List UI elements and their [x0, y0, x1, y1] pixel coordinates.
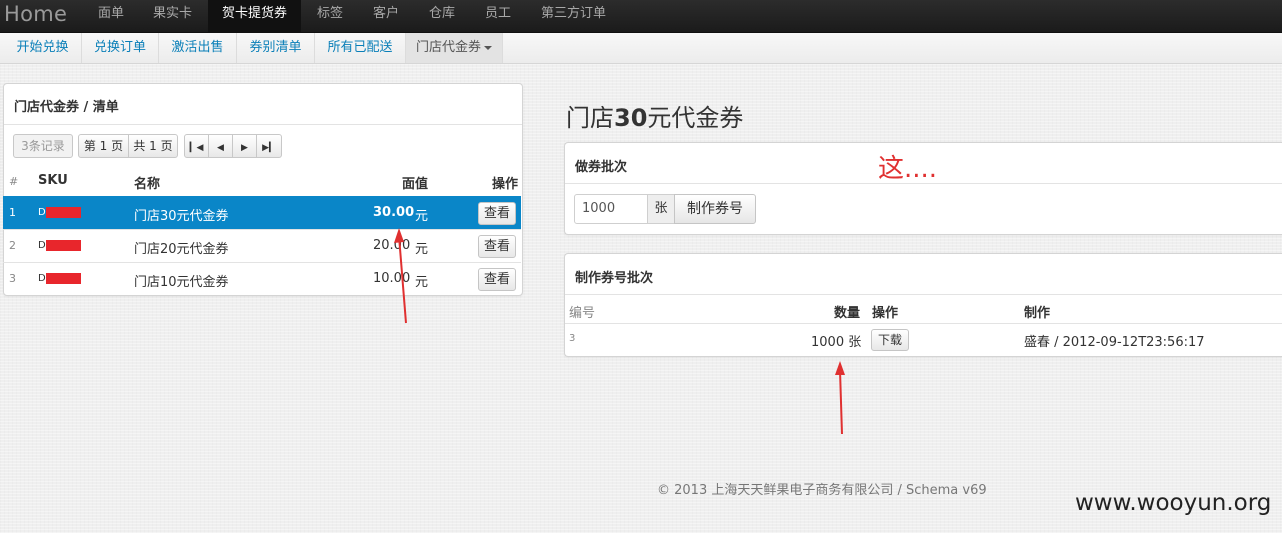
column-header-action: 操作 — [492, 177, 519, 192]
view-button[interactable]: 查看 — [478, 268, 516, 291]
page-title-prefix: 门店 — [566, 104, 614, 132]
total-pages-label: 共 1 页 — [128, 134, 178, 158]
next-page-icon: ▶ — [241, 143, 248, 153]
table-row[interactable]: 3 D 门店10元代金券 10.00 元 查看 — [3, 262, 521, 295]
subnav-exchange-orders[interactable]: 兑换订单 — [82, 33, 159, 63]
row-name: 门店30元代金券 — [134, 209, 229, 224]
annotation-text: 这.... — [878, 154, 938, 184]
view-button[interactable]: 查看 — [478, 202, 516, 225]
nav-item-miandan[interactable]: 面单 — [84, 0, 138, 33]
row-index: 2 — [9, 239, 16, 252]
subnav-store-voucher-dropdown[interactable]: 门店代金券 — [406, 33, 503, 63]
row-sku: D — [38, 240, 46, 251]
column-header-value: 面值 — [402, 177, 429, 192]
panel-title: 制作券号批次 — [575, 271, 654, 286]
batch-made-by: 盛春 / 2012-09-12T23:56:17 — [1024, 335, 1205, 350]
sku-redaction-mark — [46, 273, 81, 284]
table-row[interactable]: 1 D 门店30元代金券 30.00 元 查看 — [3, 196, 521, 229]
column-header-quantity: 数量 — [834, 306, 861, 321]
page-title-suffix: 元代金券 — [647, 104, 744, 132]
nav-item-fruit-card[interactable]: 果实卡 — [139, 0, 206, 33]
sku-redaction-mark — [46, 240, 81, 251]
subnav-store-voucher-label: 门店代金券 — [415, 40, 481, 55]
first-page-icon: ▎◀ — [189, 143, 204, 153]
page-title: 门店30元代金券 — [566, 98, 743, 133]
row-unit: 元 — [415, 275, 429, 290]
prev-page-icon: ◀ — [217, 143, 224, 153]
row-index: 3 — [9, 272, 16, 285]
row-unit: 元 — [415, 209, 429, 224]
divider — [565, 323, 1282, 324]
column-header-name: 名称 — [134, 177, 161, 192]
column-header-id: 编号 — [569, 306, 596, 321]
last-page-button[interactable]: ▶▎ — [256, 134, 282, 158]
sku-redaction-mark — [46, 207, 81, 218]
download-button[interactable]: 下载 — [871, 329, 909, 351]
column-header-sku: SKU — [38, 173, 68, 188]
column-header-action: 操作 — [872, 306, 899, 321]
row-value: 30.00 — [373, 205, 415, 220]
row-sku: D — [38, 207, 46, 218]
watermark: www.wooyun.org — [1075, 490, 1272, 516]
quantity-unit-addon: 张 — [647, 194, 675, 224]
nav-item-warehouse[interactable]: 仓库 — [415, 0, 469, 33]
nav-item-labels[interactable]: 标签 — [303, 0, 357, 33]
row-index: 1 — [9, 206, 16, 219]
record-count-badge: 3条记录 — [13, 134, 73, 158]
column-header-index: # — [9, 175, 19, 188]
sub-navbar: 开始兑换 兑换订单 激活出售 券别清单 所有已配送 门店代金券 — [0, 33, 1282, 64]
panel-title: 门店代金券 / 清单 — [14, 100, 119, 115]
arrow-up-icon — [835, 361, 845, 435]
column-header-made: 制作 — [1024, 306, 1051, 321]
row-sku: D — [38, 273, 46, 284]
row-name: 门店10元代金券 — [134, 275, 229, 290]
first-page-button[interactable]: ▎◀ — [184, 134, 209, 158]
last-page-icon: ▶▎ — [262, 143, 276, 153]
current-page-label: 第 1 页 — [78, 134, 129, 158]
nav-item-staff[interactable]: 员工 — [471, 0, 525, 33]
next-page-button[interactable]: ▶ — [232, 134, 257, 158]
page-title-amount: 30 — [614, 104, 648, 132]
subnav-activate-sale[interactable]: 激活出售 — [159, 33, 237, 63]
subnav-all-delivered[interactable]: 所有已配送 — [315, 33, 406, 63]
prev-page-button[interactable]: ◀ — [208, 134, 233, 158]
caret-down-icon — [484, 45, 492, 50]
row-value: 20.00 — [373, 238, 411, 253]
row-unit: 元 — [415, 242, 429, 257]
view-button[interactable]: 查看 — [478, 235, 516, 258]
top-navbar: Home 面单 果实卡 贺卡提货券 标签 客户 仓库 员工 第三方订单 — [0, 0, 1282, 33]
nav-item-customers[interactable]: 客户 — [359, 0, 413, 33]
row-value: 10.00 — [373, 271, 411, 286]
subnav-start-exchange[interactable]: 开始兑换 — [4, 33, 82, 63]
nav-item-greeting-card-voucher[interactable]: 贺卡提货券 — [208, 0, 302, 33]
batch-quantity: 1000 张 — [811, 335, 862, 350]
divider — [4, 124, 522, 125]
panel-title: 做券批次 — [575, 160, 628, 175]
generate-codes-button[interactable]: 制作券号 — [674, 194, 756, 224]
batch-id: 3 — [569, 333, 576, 344]
quantity-input[interactable]: 1000 — [574, 194, 648, 224]
footer-copyright: © 2013 上海天天鲜果电子商务有限公司 / Schema v69 — [657, 483, 987, 498]
row-name: 门店20元代金券 — [134, 242, 229, 257]
table-row[interactable]: 2 D 门店20元代金券 20.00 元 查看 — [3, 229, 521, 262]
subnav-voucher-list[interactable]: 券别清单 — [237, 33, 315, 63]
brand-home-link[interactable]: Home — [4, 2, 67, 26]
divider — [565, 294, 1282, 295]
nav-item-third-party-orders[interactable]: 第三方订单 — [527, 0, 620, 33]
